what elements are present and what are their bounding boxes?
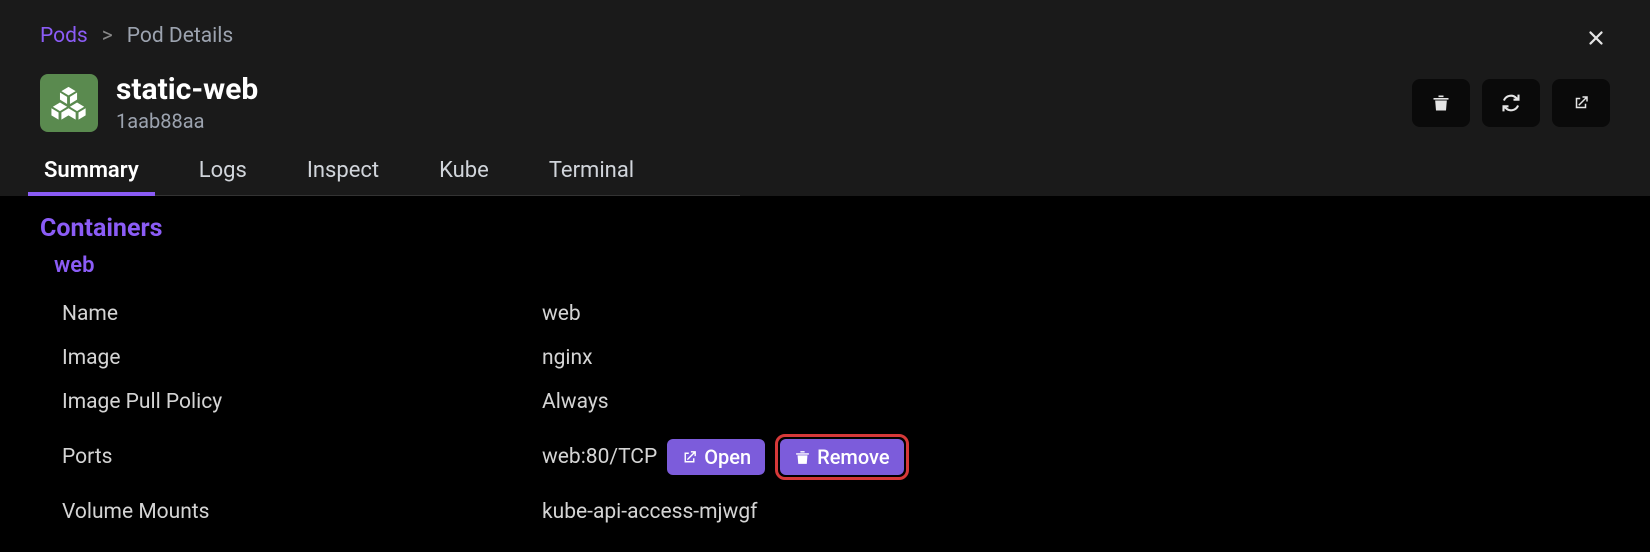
detail-label-volume-mounts: Volume Mounts	[62, 500, 542, 524]
pod-id: 1aab88aa	[116, 108, 1394, 134]
refresh-icon	[1501, 93, 1521, 113]
tabs: Summary Logs Inspect Kube Terminal	[40, 152, 740, 196]
detail-row-volume-mounts: Volume Mounts kube-api-access-mjwgf	[40, 490, 1610, 534]
containers-section-title: Containers	[40, 214, 1610, 243]
detail-value-name: web	[542, 302, 581, 326]
open-external-button[interactable]	[1552, 79, 1610, 127]
detail-row-image: Image nginx	[40, 336, 1610, 380]
container-name: web	[54, 253, 1610, 278]
external-link-icon	[681, 449, 698, 466]
detail-value-ports: web:80/TCP	[542, 445, 657, 469]
open-port-button[interactable]: Open	[667, 439, 765, 475]
external-link-icon	[1572, 94, 1590, 112]
breadcrumb-pods-link[interactable]: Pods	[40, 24, 88, 48]
close-icon	[1585, 27, 1607, 49]
remove-port-button[interactable]: Remove	[780, 439, 903, 475]
tab-summary[interactable]: Summary	[40, 152, 143, 195]
cubes-icon	[50, 84, 88, 122]
trash-icon	[1431, 93, 1451, 113]
detail-row-pull-policy: Image Pull Policy Always	[40, 380, 1610, 424]
trash-icon	[794, 449, 811, 466]
detail-row-ports: Ports web:80/TCP Open Remove	[40, 424, 1610, 490]
remove-button-label: Remove	[817, 445, 889, 469]
detail-label-pull-policy: Image Pull Policy	[62, 390, 542, 414]
detail-value-pull-policy: Always	[542, 390, 609, 414]
detail-label-name: Name	[62, 302, 542, 326]
tab-logs[interactable]: Logs	[195, 152, 251, 195]
tab-inspect[interactable]: Inspect	[303, 152, 383, 195]
tab-kube[interactable]: Kube	[435, 152, 493, 195]
detail-row-name: Name web	[40, 292, 1610, 336]
pod-header: static-web 1aab88aa	[40, 72, 1610, 134]
detail-label-ports: Ports	[62, 445, 542, 469]
tab-terminal[interactable]: Terminal	[545, 152, 638, 195]
delete-button[interactable]	[1412, 79, 1470, 127]
refresh-button[interactable]	[1482, 79, 1540, 127]
detail-value-volume-mounts: kube-api-access-mjwgf	[542, 500, 757, 524]
detail-value-image: nginx	[542, 346, 593, 370]
detail-label-image: Image	[62, 346, 542, 370]
breadcrumb: Pods > Pod Details	[40, 24, 1610, 48]
open-button-label: Open	[704, 445, 751, 469]
breadcrumb-current: Pod Details	[127, 24, 233, 48]
breadcrumb-separator: >	[102, 24, 113, 48]
close-button[interactable]	[1582, 24, 1610, 52]
remove-button-highlight: Remove	[775, 434, 908, 480]
pod-title: static-web	[116, 72, 1394, 108]
pod-icon	[40, 74, 98, 132]
